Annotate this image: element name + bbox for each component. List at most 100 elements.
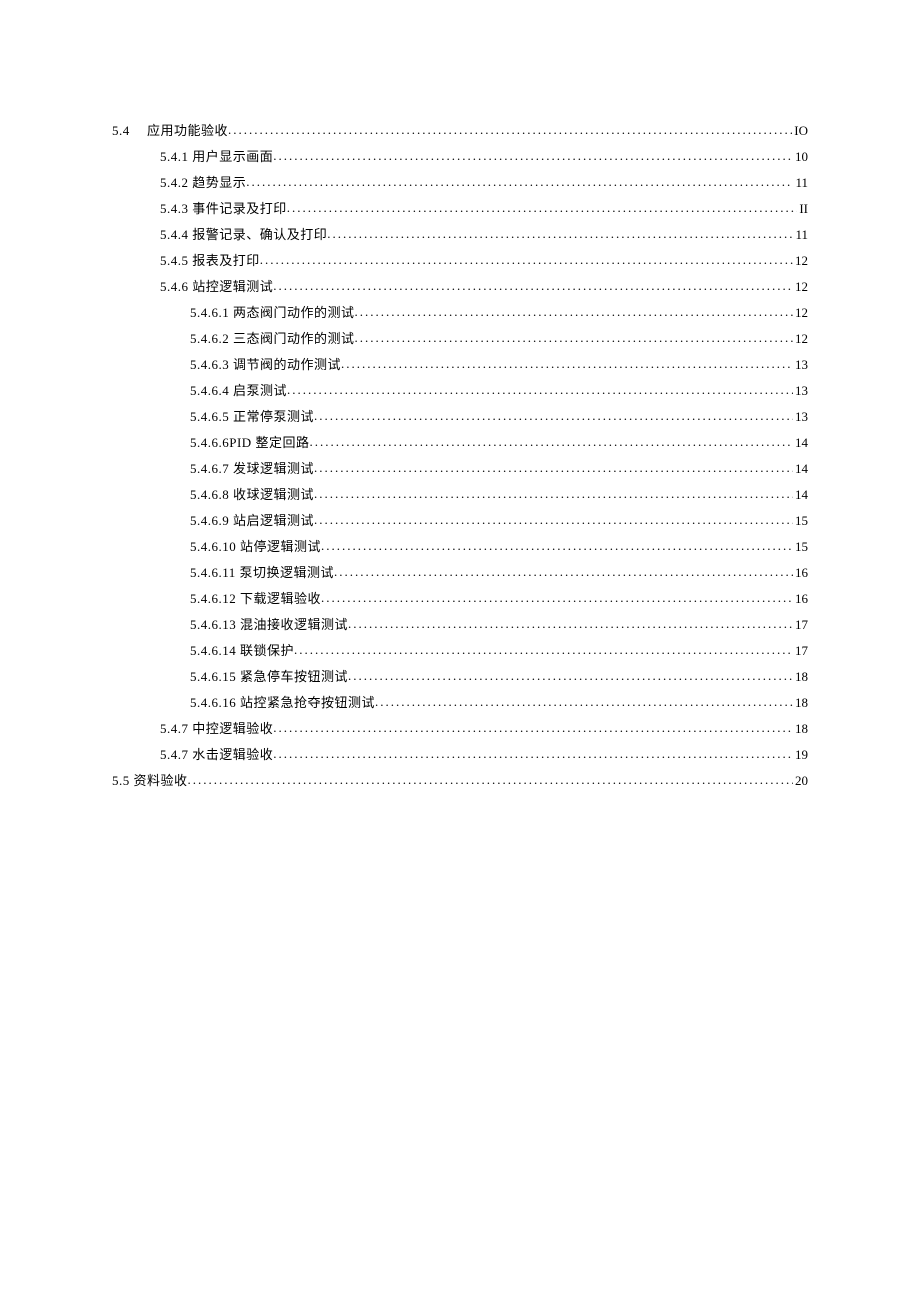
toc-leader-dots — [188, 767, 793, 793]
toc-entry-page: 18 — [793, 716, 808, 742]
toc-entry-label: 5.4.6.10 站停逻辑测试 — [190, 534, 321, 560]
toc-entry-page: 13 — [793, 378, 808, 404]
toc-entry-page: 14 — [793, 456, 808, 482]
toc-leader-dots — [294, 637, 793, 663]
toc-leader-dots — [334, 559, 793, 585]
toc-entry: 5.4.6.1 两态阀门动作的测试 12 — [112, 300, 808, 326]
toc-entry-label: 5.4.3 事件记录及打印 — [160, 196, 287, 222]
toc-entry: 5.4.7 中控逻辑验收 18 — [112, 716, 808, 742]
toc-entry-page: 11 — [793, 170, 808, 196]
toc-entry-page: 13 — [793, 404, 808, 430]
toc-entry-label: 5.4.6.7 发球逻辑测试 — [190, 456, 314, 482]
toc-entry-label: 5.4.6.14 联锁保护 — [190, 638, 294, 664]
toc-entry-page: 12 — [793, 326, 808, 352]
toc-entry-label: 5.4.6.3 调节阀的动作测试 — [190, 352, 341, 378]
toc-entry: 5.4.6.4 启泵测试 13 — [112, 378, 808, 404]
toc-entry: 5.4.1 用户显示画面 10 — [112, 144, 808, 170]
toc-entry-page: 13 — [793, 352, 808, 378]
toc-entry: 5.4 应用功能验收 IO — [112, 118, 808, 144]
toc-entry: 5.4.6.16 站控紧急抢夺按钮测试 18 — [112, 690, 808, 716]
toc-leader-dots — [314, 455, 793, 481]
table-of-contents: 5.4 应用功能验收IO5.4.1 用户显示画面105.4.2 趋势显示115.… — [112, 118, 808, 794]
toc-entry-label: 5.4.1 用户显示画面 — [160, 144, 273, 170]
toc-leader-dots — [273, 143, 793, 169]
toc-entry-label: 5.4.6.16 站控紧急抢夺按钮测试 — [190, 690, 375, 716]
toc-leader-dots — [273, 273, 793, 299]
toc-entry-label: 5.4.7 中控逻辑验收 — [160, 716, 273, 742]
toc-entry-label: 5.4.6.11 泵切换逻辑测试 — [190, 560, 334, 586]
toc-entry: 5.4.6.3 调节阀的动作测试 13 — [112, 352, 808, 378]
toc-entry-label: 5.4 应用功能验收 — [112, 118, 228, 144]
toc-entry-page: 12 — [793, 248, 808, 274]
toc-entry-page: IO — [792, 118, 808, 144]
toc-entry: 5.4.2 趋势显示 11 — [112, 170, 808, 196]
toc-leader-dots — [341, 351, 793, 377]
toc-entry: 5.4.6.11 泵切换逻辑测试 16 — [112, 560, 808, 586]
toc-entry-page: 17 — [793, 638, 808, 664]
toc-leader-dots — [321, 585, 793, 611]
toc-leader-dots — [273, 741, 793, 767]
toc-entry-page: 17 — [793, 612, 808, 638]
toc-leader-dots — [348, 663, 793, 689]
toc-entry-label: 5.4.6.9 站启逻辑测试 — [190, 508, 314, 534]
toc-entry-label: 5.4.7 水击逻辑验收 — [160, 742, 273, 768]
toc-entry-label: 5.4.6.5 正常停泵测试 — [190, 404, 314, 430]
toc-entry-page: 14 — [793, 482, 808, 508]
toc-entry: 5.4.6.6PID 整定回路 14 — [112, 430, 808, 456]
toc-entry: 5.4.3 事件记录及打印 II — [112, 196, 808, 222]
toc-entry: 5.4.6.5 正常停泵测试 13 — [112, 404, 808, 430]
toc-leader-dots — [314, 403, 793, 429]
toc-leader-dots — [309, 429, 793, 455]
toc-entry-page: 20 — [793, 768, 808, 794]
toc-entry: 5.4.6.13 混油接收逻辑测试 17 — [112, 612, 808, 638]
toc-entry-page: 10 — [793, 144, 808, 170]
toc-entry-label: 5.4.6.15 紧急停车按钮测试 — [190, 664, 348, 690]
toc-entry-label: 5.4.6 站控逻辑测试 — [160, 274, 273, 300]
toc-leader-dots — [228, 117, 792, 143]
toc-leader-dots — [355, 299, 793, 325]
toc-entry-page: 16 — [793, 560, 808, 586]
toc-entry: 5.4.6.8 收球逻辑测试 14 — [112, 482, 808, 508]
toc-entry: 5.4.6.7 发球逻辑测试 14 — [112, 456, 808, 482]
toc-entry-label: 5.4.2 趋势显示 — [160, 170, 246, 196]
toc-entry: 5.4.5 报表及打印 12 — [112, 248, 808, 274]
toc-entry: 5.4.6.12 下载逻辑验收 16 — [112, 586, 808, 612]
toc-leader-dots — [246, 169, 793, 195]
toc-entry: 5.4.6.10 站停逻辑测试 15 — [112, 534, 808, 560]
toc-leader-dots — [355, 325, 793, 351]
toc-entry: 5.4.6.14 联锁保护 17 — [112, 638, 808, 664]
toc-entry-page: 18 — [793, 664, 808, 690]
toc-entry-page: 12 — [793, 274, 808, 300]
toc-entry-label: 5.4.6.4 启泵测试 — [190, 378, 287, 404]
toc-entry-label: 5.4.6.13 混油接收逻辑测试 — [190, 612, 348, 638]
toc-entry-page: 12 — [793, 300, 808, 326]
toc-leader-dots — [273, 715, 793, 741]
toc-entry-label: 5.4.5 报表及打印 — [160, 248, 260, 274]
toc-entry-label: 5.4.6.6PID 整定回路 — [190, 430, 309, 456]
toc-leader-dots — [287, 195, 798, 221]
toc-entry: 5.4.6.2 三态阀门动作的测试 12 — [112, 326, 808, 352]
toc-leader-dots — [260, 247, 793, 273]
toc-entry-page: 11 — [793, 222, 808, 248]
toc-entry-label: 5.4.6.8 收球逻辑测试 — [190, 482, 314, 508]
toc-leader-dots — [314, 507, 793, 533]
toc-leader-dots — [327, 221, 793, 247]
toc-entry-label: 5.4.6.12 下载逻辑验收 — [190, 586, 321, 612]
toc-entry: 5.4.6 站控逻辑测试 12 — [112, 274, 808, 300]
toc-entry-page: 14 — [793, 430, 808, 456]
toc-entry: 5.4.4 报警记录、确认及打印 11 — [112, 222, 808, 248]
toc-entry: 5.4.6.15 紧急停车按钮测试 18 — [112, 664, 808, 690]
toc-entry-label: 5.5 资料验收 — [112, 768, 188, 794]
toc-entry-page: 18 — [793, 690, 808, 716]
toc-leader-dots — [348, 611, 793, 637]
toc-entry-label: 5.4.6.1 两态阀门动作的测试 — [190, 300, 355, 326]
toc-entry: 5.4.6.9 站启逻辑测试15 — [112, 508, 808, 534]
toc-entry-label: 5.4.6.2 三态阀门动作的测试 — [190, 326, 355, 352]
toc-entry: 5.5 资料验收 20 — [112, 768, 808, 794]
toc-entry-page: II — [797, 196, 808, 222]
toc-entry-page: 19 — [793, 742, 808, 768]
toc-entry-label: 5.4.4 报警记录、确认及打印 — [160, 222, 327, 248]
toc-leader-dots — [314, 481, 793, 507]
toc-entry-page: 16 — [793, 586, 808, 612]
toc-entry-page: 15 — [793, 534, 808, 560]
